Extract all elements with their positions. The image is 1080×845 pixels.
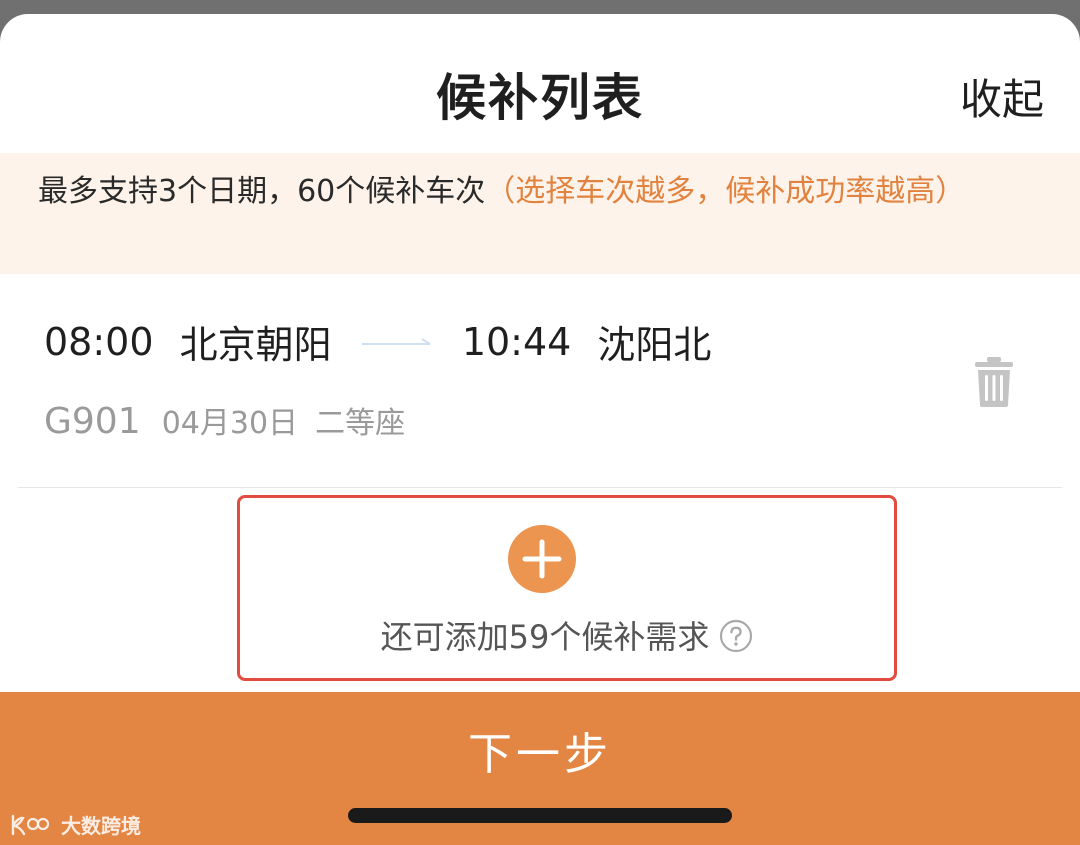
sheet-header: 候补列表 收起	[0, 14, 1080, 153]
trip-route: 08:00 北京朝阳 10:44 沈阳北	[44, 314, 711, 369]
collapse-button[interactable]: 收起	[960, 66, 1044, 127]
page: 候补列表 收起 最多支持3个日期，60个候补车次（选择车次越多，候补成功率越高）…	[0, 0, 1080, 845]
next-step-label: 下一步	[468, 729, 612, 780]
watermark-logo-icon	[11, 814, 50, 835]
home-indicator[interactable]	[348, 808, 732, 823]
add-request-text: 还可添加59个候补需求	[240, 612, 894, 658]
arrive-time: 10:44	[461, 319, 572, 364]
watermark: 大数跨境	[10, 810, 141, 840]
notice-text: 最多支持3个日期，60个候补车次	[38, 174, 486, 209]
arrow-right-icon	[361, 335, 432, 349]
question-circle-icon[interactable]	[719, 619, 753, 653]
depart-station: 北京朝阳	[179, 323, 332, 367]
depart-time: 08:00	[44, 319, 154, 364]
travel-date: 04月30日	[161, 406, 299, 441]
next-step-button[interactable]: 下一步	[0, 692, 1080, 845]
notice-hint: （选择车次越多，候补成功率越高）	[485, 174, 966, 209]
plus-circle-icon[interactable]	[508, 525, 576, 593]
watermark-text: 大数跨境	[60, 814, 141, 838]
waitlist-sheet: 候补列表 收起 最多支持3个日期，60个候补车次（选择车次越多，候补成功率越高）…	[0, 14, 1080, 845]
divider	[18, 487, 1062, 488]
train-number: G901	[44, 401, 141, 442]
sheet-title: 候补列表	[436, 69, 644, 127]
remaining-count-label: 还可添加59个候补需求	[380, 618, 710, 656]
limit-notice: 最多支持3个日期，60个候补车次（选择车次越多，候补成功率越高）	[0, 153, 1080, 274]
arrive-station: 沈阳北	[597, 323, 712, 367]
seat-class: 二等座	[315, 406, 406, 441]
add-request-button[interactable]: 还可添加59个候补需求	[237, 495, 897, 681]
trip-item[interactable]: 08:00 北京朝阳 10:44 沈阳北 G901 04月30日 二等座	[0, 274, 1080, 488]
trash-icon[interactable]	[974, 356, 1014, 408]
trip-details: G901 04月30日 二等座	[44, 398, 405, 442]
